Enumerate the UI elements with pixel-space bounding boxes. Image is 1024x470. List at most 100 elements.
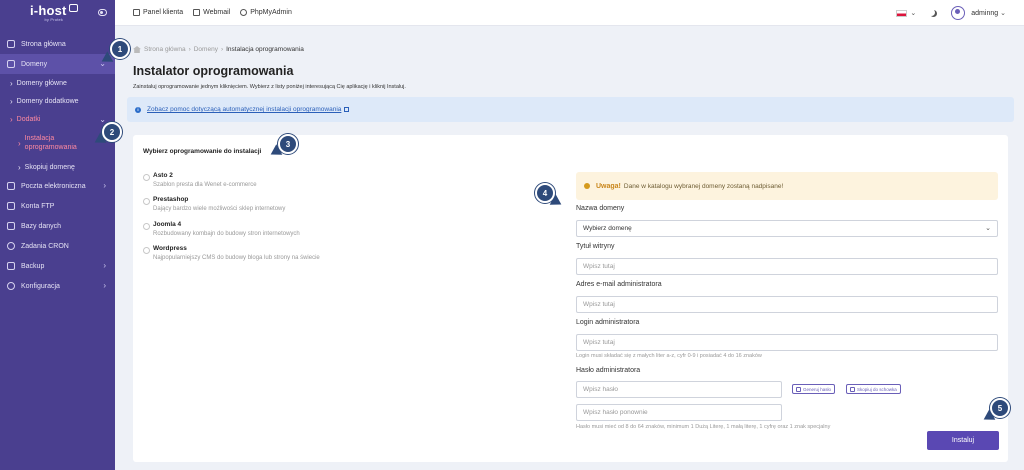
app-name: Joomla 4 xyxy=(153,221,182,228)
user-menu-chevron-icon[interactable]: ⌄ xyxy=(1000,9,1006,17)
user-name[interactable]: adminng xyxy=(971,10,998,17)
site-title-label: Tytuł witryny xyxy=(576,243,615,250)
sidebar-item-label: Poczta elektroniczna xyxy=(21,182,86,190)
database-icon xyxy=(7,222,15,230)
webmail-link[interactable]: Webmail xyxy=(193,9,230,16)
radio-button[interactable] xyxy=(143,247,150,254)
brand-name: i-host xyxy=(30,3,67,18)
home-icon xyxy=(133,9,140,16)
radio-button[interactable] xyxy=(143,198,150,205)
login-hint: Login musi składać się z małych liter a-… xyxy=(576,353,762,359)
sidebar: i-host by Protek Strona główna Domeny ⌄ … xyxy=(0,0,115,470)
sidebar-item-label: Skopiuj domenę xyxy=(24,163,75,171)
installer-panel: Wybierz oprogramowanie do instalacji Ast… xyxy=(133,135,1008,462)
app-desc: Najpopularniejszy CMS do budowy bloga lu… xyxy=(153,255,320,261)
phpmyadmin-label: PhpMyAdmin xyxy=(250,9,292,16)
install-button[interactable]: Instaluj xyxy=(927,431,999,450)
chevron-right-icon: › xyxy=(103,181,106,190)
webmail-label: Webmail xyxy=(203,9,231,16)
password-repeat-input[interactable] xyxy=(576,404,782,421)
sidebar-item-label: Domeny główne xyxy=(16,79,67,87)
copy-to-clipboard-button[interactable]: Skopiuj do schowka xyxy=(846,384,901,394)
app-name: Asto 2 xyxy=(153,172,173,179)
login-label: Login administratora xyxy=(576,319,640,326)
panel-title: Wybierz oprogramowanie do instalacji xyxy=(143,148,262,155)
chevron-down-icon: ⌄ xyxy=(985,225,991,232)
sidebar-item-label: Konta FTP xyxy=(21,202,55,210)
generate-password-button[interactable]: Generuj hasło xyxy=(792,384,836,394)
settings-icon xyxy=(240,9,248,16)
sidebar-item-additional-domains[interactable]: Domeny dodatkowe xyxy=(0,92,115,110)
sidebar-item-label: Strona główna xyxy=(21,40,66,48)
domain-select[interactable]: Wybierz domenę ⌄ xyxy=(576,220,998,237)
backup-icon xyxy=(7,262,15,270)
annotation-marker-3: 3 xyxy=(278,134,298,154)
sidebar-item-email[interactable]: Poczta elektroniczna › xyxy=(0,176,115,196)
sidebar-item-label: Domeny dodatkowe xyxy=(16,97,79,105)
annotation-marker-2: 2 xyxy=(102,122,122,142)
home-icon xyxy=(7,40,15,48)
client-panel-link[interactable]: Panel klienta xyxy=(133,9,183,16)
user-avatar-icon[interactable] xyxy=(951,6,966,20)
breadcrumb-separator: › xyxy=(220,46,224,53)
breadcrumb-domains[interactable]: Domeny xyxy=(194,46,218,53)
info-icon: i xyxy=(135,106,141,113)
language-chevron-down-icon[interactable]: ⌄ xyxy=(910,9,916,17)
external-link-icon xyxy=(344,107,350,112)
sidebar-item-domains[interactable]: Domeny ⌄ xyxy=(0,54,115,74)
sidebar-nav: Strona główna Domeny ⌄ Domeny główne Dom… xyxy=(0,34,115,296)
sidebar-item-label: Konfiguracja xyxy=(21,282,60,290)
sidebar-item-config[interactable]: Konfiguracja › xyxy=(0,276,115,296)
dark-mode-icon[interactable] xyxy=(930,10,937,17)
breadcrumb-current: Instalacja oprogramowania xyxy=(226,46,304,53)
polish-flag-icon[interactable] xyxy=(896,9,908,17)
info-box: i Zobacz pomoc dotyczącą automatycznej i… xyxy=(127,97,1014,122)
mail-icon xyxy=(193,9,201,16)
warning-icon xyxy=(584,183,590,189)
sidebar-item-label: Domeny xyxy=(21,60,48,68)
password-label: Hasło administratora xyxy=(576,367,641,374)
sidebar-item-cron[interactable]: Zadania CRON xyxy=(0,236,115,256)
password-input[interactable] xyxy=(576,381,782,398)
chevron-right-icon: › xyxy=(103,261,106,270)
copy-to-clipboard-label: Skopiuj do schowka xyxy=(857,386,897,392)
warning-box: Uwaga! Dane w katalogu wybranej domeny z… xyxy=(576,172,998,200)
sidebar-toggle-icon[interactable] xyxy=(98,9,107,16)
sidebar-item-backup[interactable]: Backup › xyxy=(0,256,115,276)
domain-label: Nazwa domeny xyxy=(576,205,625,212)
help-link[interactable]: Zobacz pomoc dotyczącą automatycznej ins… xyxy=(147,106,341,113)
gear-icon xyxy=(7,282,15,290)
login-input[interactable] xyxy=(576,334,998,351)
email-label: Adres e-mail administratora xyxy=(576,281,662,288)
sidebar-item-label: Bazy danych xyxy=(21,222,62,230)
lock-icon xyxy=(796,386,801,392)
sidebar-item-label: Zadania CRON xyxy=(21,242,69,250)
sidebar-item-ftp[interactable]: Konta FTP xyxy=(0,196,115,216)
sidebar-item-main-domains[interactable]: Domeny główne xyxy=(0,74,115,92)
sidebar-item-home[interactable]: Strona główna xyxy=(0,34,115,54)
app-desc: Szablon presta dla Wenet e-commerce xyxy=(153,182,257,188)
topbar: Panel klienta Webmail PhpMyAdmin ⌄ admin… xyxy=(115,0,1024,26)
password-hint: Hasło musi mieć od 8 do 64 znaków, minim… xyxy=(576,424,831,430)
page-description: Zainstaluj oprogramowanie jednym kliknię… xyxy=(133,84,406,90)
sidebar-item-addons[interactable]: Dodatki ⌄ xyxy=(0,110,115,128)
breadcrumb-separator: › xyxy=(188,46,191,53)
brand-icon xyxy=(68,4,78,12)
sidebar-item-label: Backup xyxy=(21,262,45,270)
radio-button[interactable] xyxy=(143,174,150,181)
annotation-marker-1: 1 xyxy=(110,39,130,59)
site-title-input[interactable] xyxy=(576,258,998,275)
brand-logo[interactable]: i-host by Protek xyxy=(30,4,78,22)
chevron-right-icon: › xyxy=(103,281,106,290)
domain-select-value: Wybierz domenę xyxy=(583,225,632,232)
email-input[interactable] xyxy=(576,296,998,313)
sidebar-item-copy-domain[interactable]: Skopiuj domenę xyxy=(0,158,115,176)
warning-strong: Uwaga! xyxy=(596,182,621,190)
phpmyadmin-link[interactable]: PhpMyAdmin xyxy=(240,9,292,16)
generate-password-label: Generuj hasło xyxy=(803,386,832,392)
breadcrumb-home[interactable]: Strona główna xyxy=(144,46,186,53)
sidebar-item-databases[interactable]: Bazy danych xyxy=(0,216,115,236)
app-name: Prestashop xyxy=(153,196,189,203)
app-desc: Dający bardzo wiele możliwości sklep int… xyxy=(153,206,286,212)
radio-button[interactable] xyxy=(143,223,150,230)
